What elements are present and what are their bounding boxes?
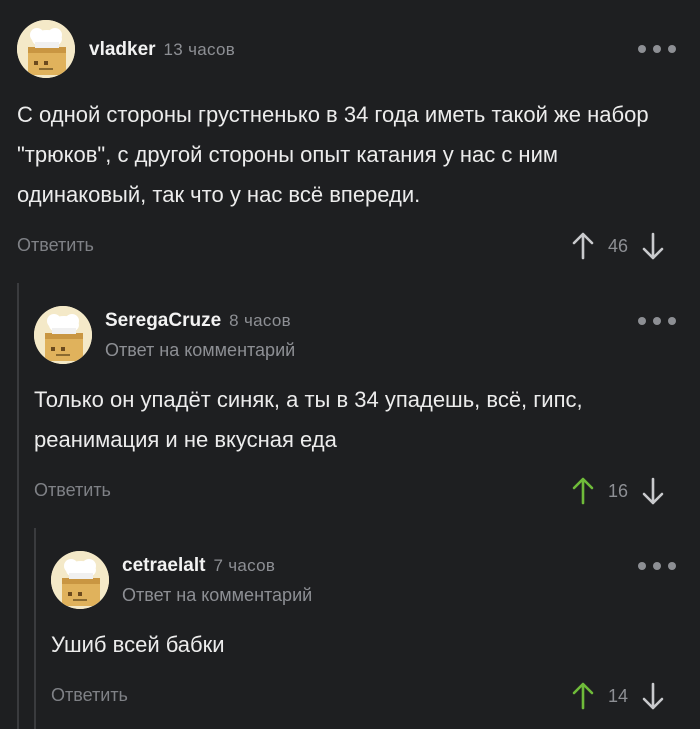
reply-to-label[interactable]: Ответ на комментарий: [122, 585, 312, 606]
comment-text: С одной стороны грустненько в 34 года им…: [17, 102, 649, 207]
avatar[interactable]: [34, 306, 92, 364]
comment-reply: SeregaCruze 8 часов Ответ на комментарий …: [34, 290, 700, 520]
comment-time: 7 часов: [213, 556, 276, 575]
thread-line-level-1: [17, 283, 19, 729]
avatar[interactable]: [51, 551, 109, 609]
rating-count: 16: [607, 480, 629, 501]
more-dots-icon[interactable]: [638, 42, 676, 56]
downvote-icon[interactable]: [642, 232, 664, 260]
chef-avatar-icon: [51, 551, 109, 609]
rating-count: 46: [607, 235, 629, 256]
comment-time: 8 часов: [229, 311, 291, 330]
comment-author[interactable]: SeregaCruze 8 часов: [105, 310, 291, 332]
comment-time: 13 часов: [163, 40, 236, 59]
vote-control: 14: [572, 681, 664, 711]
vote-control: 46: [572, 231, 664, 261]
upvote-icon[interactable]: [572, 477, 594, 505]
reply-button[interactable]: Ответить: [51, 685, 128, 706]
thread-line-level-2: [34, 528, 36, 729]
comment-author[interactable]: cetraelalt 7 часов: [122, 555, 275, 577]
more-dots-icon[interactable]: [638, 559, 676, 573]
downvote-icon[interactable]: [642, 477, 664, 505]
reply-button[interactable]: Ответить: [17, 235, 94, 256]
chef-avatar-icon: [34, 306, 92, 364]
comment-author[interactable]: vladker 13 часов: [89, 39, 235, 61]
rating-count: 14: [607, 685, 629, 706]
comment-text: Ушиб всей бабки: [51, 632, 225, 657]
comment: vladker 13 часов С одной стороны грустнен…: [0, 0, 700, 280]
upvote-icon[interactable]: [572, 682, 594, 710]
chef-avatar-icon: [17, 20, 75, 78]
reply-button[interactable]: Ответить: [34, 480, 111, 501]
username[interactable]: SeregaCruze: [105, 310, 221, 331]
comment-reply: cetraelalt 7 часов Ответ на комментарий У…: [51, 535, 700, 729]
upvote-icon[interactable]: [572, 232, 594, 260]
username[interactable]: vladker: [89, 39, 156, 60]
reply-to-label[interactable]: Ответ на комментарий: [105, 340, 295, 361]
vote-control: 16: [572, 476, 664, 506]
username[interactable]: cetraelalt: [122, 555, 205, 576]
comment-text: Только он упадёт синяк, а ты в 34 упадеш…: [34, 387, 583, 452]
avatar[interactable]: [17, 20, 75, 78]
more-dots-icon[interactable]: [638, 314, 676, 328]
downvote-icon[interactable]: [642, 682, 664, 710]
